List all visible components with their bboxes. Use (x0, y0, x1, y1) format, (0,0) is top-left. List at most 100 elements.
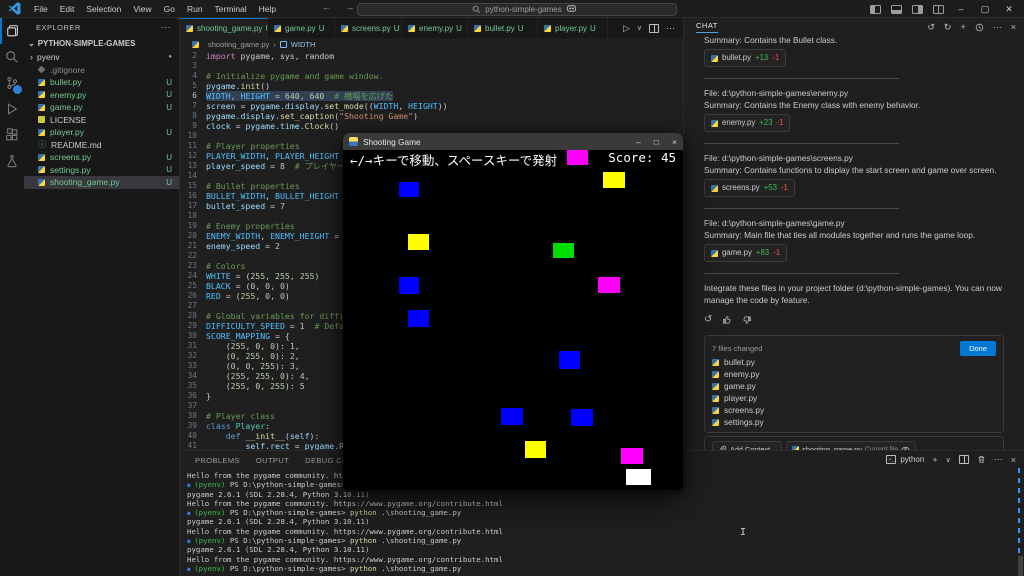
changed-file-screens.py[interactable]: screens.py (712, 404, 996, 416)
tree-item-game.py[interactable]: game.pyU (24, 101, 179, 114)
game-maximize-button[interactable]: □ (654, 137, 659, 147)
tree-item-pyenv[interactable]: ›pyenv● (24, 51, 179, 64)
code-text: clock = pygame.time.Clock() (206, 121, 339, 131)
done-button[interactable]: Done (960, 341, 996, 356)
thumbs-up-icon[interactable] (722, 315, 732, 325)
tree-item-LICENSE[interactable]: LICENSE (24, 114, 179, 127)
tree-item-.gitignore[interactable]: .gitignore (24, 64, 179, 77)
file-change-chip[interactable]: enemy.py+23-1 (704, 114, 790, 132)
file-change-chip[interactable]: screens.py+53-1 (704, 179, 795, 197)
toggle-secondary-sidebar-icon[interactable] (912, 5, 923, 14)
history-nav-arrows[interactable]: ← → (322, 2, 361, 12)
add-context-chip[interactable]: Add Context... (712, 441, 782, 450)
menu-terminal[interactable]: Terminal (210, 2, 252, 16)
terminal-scrollbar[interactable] (1018, 556, 1023, 576)
tab-screens.py[interactable]: screens.pyU (335, 18, 402, 38)
panel-more-actions-icon[interactable]: ⋯ (994, 454, 1003, 465)
run-python-icon[interactable]: ▷ (623, 23, 630, 34)
changed-file-player.py[interactable]: player.py (712, 392, 996, 404)
tree-item-shooting_game.py[interactable]: shooting_game.pyU (24, 176, 179, 189)
chat-input-box[interactable]: Add Context... shooting_game.py Current … (704, 436, 1004, 450)
tree-item-enemy.py[interactable]: enemy.pyU (24, 89, 179, 102)
run-dropdown-icon[interactable]: ∨ (637, 24, 642, 32)
attached-file-chip[interactable]: shooting_game.py Current file (786, 441, 916, 450)
chat-undo-icon[interactable]: ↺ (927, 22, 935, 33)
file-change-chip[interactable]: game.py+83-1 (704, 244, 787, 262)
copilot-icon[interactable] (566, 3, 577, 14)
minimize-button[interactable]: – (954, 4, 968, 14)
changed-file-bullet.py[interactable]: bullet.py (712, 356, 996, 368)
menu-file[interactable]: File (29, 2, 53, 16)
activity-source-control-icon[interactable] (0, 70, 24, 96)
tree-item-bullet.py[interactable]: bullet.pyU (24, 76, 179, 89)
file-change-chip[interactable]: bullet.py+13-1 (704, 49, 786, 67)
tree-item-README.md[interactable]: ⓘREADME.md (24, 139, 179, 152)
tree-item-settings.py[interactable]: settings.pyU (24, 164, 179, 177)
maximize-button[interactable]: ▢ (978, 4, 992, 15)
menu-selection[interactable]: Selection (81, 2, 126, 16)
changed-file-settings.py[interactable]: settings.py (712, 416, 996, 428)
menu-run[interactable]: Run (182, 2, 208, 16)
changed-file-enemy.py[interactable]: enemy.py (712, 368, 996, 380)
game-close-button[interactable]: × (672, 137, 677, 147)
command-center-search[interactable]: python-simple-games (357, 3, 677, 16)
terminal-instance[interactable]: >_ python (886, 455, 924, 464)
menu-go[interactable]: Go (159, 2, 180, 16)
enemy-square-magenta (598, 277, 620, 293)
close-panel-icon[interactable]: × (1011, 455, 1016, 465)
line-number: 6 (180, 91, 206, 101)
retry-icon[interactable]: ↺ (704, 314, 712, 326)
panel-tab-output[interactable]: OUTPUT (248, 451, 297, 469)
panel-tab-problems[interactable]: PROBLEMS (187, 451, 248, 469)
code-line-2: 2import pygame, sys, random (180, 51, 683, 61)
activity-explorer-icon[interactable] (0, 18, 24, 44)
activity-run-debug-icon[interactable] (0, 96, 24, 122)
thumbs-down-icon[interactable] (742, 315, 752, 325)
chat-more-icon[interactable]: ⋯ (993, 22, 1002, 33)
kill-terminal-icon[interactable] (977, 455, 986, 464)
tab-game.py[interactable]: game.pyU (268, 18, 335, 38)
breadcrumb-file[interactable]: shooting_game.py (208, 40, 269, 49)
activity-extensions-icon[interactable] (0, 122, 24, 148)
editor-more-icon[interactable]: ⋯ (666, 23, 675, 34)
game-title-bar[interactable]: Shooting Game – □ × (343, 133, 683, 150)
tab-shooting_game.py[interactable]: shooting_game.pyU× (180, 18, 268, 38)
game-minimize-button[interactable]: – (636, 137, 641, 147)
tab-label: enemy.py (419, 24, 453, 33)
chat-tab-label[interactable]: CHAT (696, 21, 718, 33)
python-file-icon (712, 407, 719, 414)
menu-edit[interactable]: Edit (55, 2, 80, 16)
tab-player.py[interactable]: player.pyU (538, 18, 608, 38)
tab-enemy.py[interactable]: enemy.pyU (402, 18, 468, 38)
split-terminal-icon[interactable] (959, 455, 969, 464)
split-editor-icon[interactable] (649, 24, 659, 33)
terminal-dropdown-icon[interactable]: ∨ (946, 456, 951, 464)
toggle-panel-icon[interactable] (891, 5, 902, 14)
activity-search-icon[interactable] (0, 44, 24, 70)
new-terminal-icon[interactable]: + (932, 455, 937, 465)
activity-testing-icon[interactable] (0, 148, 24, 174)
game-canvas[interactable]: ←/→キーで移動、スペースキーで発射 Score: 45 (343, 150, 683, 490)
chat-close-icon[interactable]: × (1011, 22, 1016, 32)
menu-view[interactable]: View (128, 2, 156, 16)
pygame-window[interactable]: Shooting Game – □ × ←/→キーで移動、スペースキーで発射 S… (343, 133, 683, 490)
explorer-more-actions-icon[interactable]: ··· (161, 22, 172, 32)
chat-history-icon[interactable] (975, 23, 984, 32)
game-score-text: Score: 45 (608, 150, 676, 165)
tab-bullet.py[interactable]: bullet.pyU (468, 18, 538, 38)
line-number: 17 (180, 201, 206, 211)
changed-file-game.py[interactable]: game.py (712, 380, 996, 392)
chat-redo-icon[interactable]: ↻ (944, 22, 952, 33)
explorer-root-folder[interactable]: ⌄ PYTHON-SIMPLE-GAMES (24, 36, 179, 51)
new-chat-icon[interactable]: + (960, 22, 965, 32)
close-button[interactable]: ✕ (1002, 4, 1016, 15)
breadcrumb[interactable]: shooting_game.py › WIDTH (180, 38, 683, 51)
customize-layout-icon[interactable] (933, 5, 944, 14)
toggle-sidebar-icon[interactable] (870, 5, 881, 14)
tree-item-player.py[interactable]: player.pyU (24, 126, 179, 139)
code-line-5: 5pygame.init() (180, 81, 683, 91)
tree-item-screens.py[interactable]: screens.pyU (24, 151, 179, 164)
line-number: 40 (180, 431, 206, 441)
breadcrumb-symbol[interactable]: WIDTH (291, 40, 316, 49)
menu-help[interactable]: Help (254, 2, 281, 16)
